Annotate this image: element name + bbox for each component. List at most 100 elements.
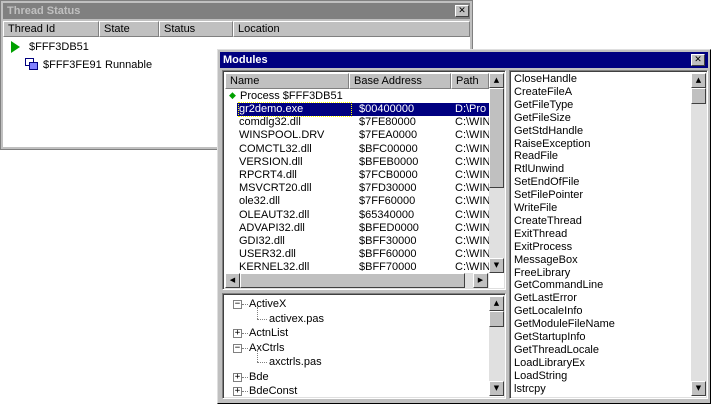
module-row[interactable]: USER32.dll $BFF60000 C:\WIN: [227, 248, 490, 261]
thread-status-title-bar[interactable]: Thread Status: [3, 3, 470, 19]
tree-connector: [242, 376, 248, 378]
scroll-thumb[interactable]: [489, 88, 504, 188]
entry-point-item[interactable]: GetFileSize: [514, 112, 688, 125]
column-header-state[interactable]: State: [99, 21, 159, 37]
entry-point-item[interactable]: GetThreadLocale: [514, 344, 688, 357]
modules-close-button[interactable]: ✕: [691, 54, 705, 66]
entry-point-item[interactable]: GetFileType: [514, 99, 688, 112]
scroll-down-button[interactable]: ▼: [489, 381, 504, 396]
module-row[interactable]: ole32.dll $7FF60000 C:\WIN: [227, 195, 491, 208]
entry-point-item[interactable]: SetEndOfFile: [514, 176, 688, 189]
entry-point-item[interactable]: ExitProcess: [514, 241, 688, 254]
module-row[interactable]: comdlg32.dll $7FE80000 C:\WIN: [227, 116, 490, 129]
entry-point-item[interactable]: LoadLibraryEx: [514, 357, 688, 370]
module-address: $BFF60000: [359, 248, 417, 261]
up-arrow-icon: ▲: [493, 76, 500, 84]
module-row[interactable]: ADVAPI32.dll $BFED0000 C:\WIN: [227, 221, 491, 235]
entry-point-vscrollbar[interactable]: ▲ ▼: [691, 73, 707, 396]
module-row[interactable]: gr2demo.exe $00400000 D:\Pro: [227, 102, 489, 117]
module-row[interactable]: RPCRT4.dll $7FCB0000 C:\WIN: [227, 169, 491, 182]
unit-node[interactable]: + Bde: [227, 371, 485, 384]
module-row[interactable]: VERSION.dll $BFEB0000 C:\WIN: [227, 156, 490, 169]
entry-point-item[interactable]: LoadString: [514, 370, 688, 383]
scroll-down-button[interactable]: ▼: [489, 258, 504, 273]
unit-node[interactable]: + ActnList: [227, 327, 485, 340]
scroll-right-button[interactable]: ▶: [473, 273, 488, 288]
scroll-up-button[interactable]: ▲: [489, 296, 504, 311]
module-row[interactable]: GDI32.dll $BFF30000 C:\WIN: [227, 235, 490, 248]
module-row[interactable]: COMCTL32.dll $BFC00000 C:\WIN: [227, 143, 490, 156]
module-list[interactable]: Name Base Address Path ◆ Process $FFF3DB…: [222, 70, 506, 290]
entry-point-item[interactable]: GetModuleFileName: [514, 318, 688, 331]
module-address: $7FF60000: [359, 195, 416, 208]
module-path: C:\WIN: [455, 169, 491, 181]
entry-point-list[interactable]: CloseHandle CreateFileA GetFileType GetFile…: [509, 70, 708, 399]
down-arrow-icon: ▼: [493, 384, 500, 392]
module-list-vscrollbar[interactable]: ▲ ▼: [489, 73, 505, 273]
column-header-path[interactable]: Path: [451, 73, 489, 89]
module-row[interactable]: MSVCRT20.dll $7FD30000 C:\WIN: [227, 182, 490, 195]
entry-point-item[interactable]: FreeLibrary: [514, 267, 688, 280]
entry-point-item[interactable]: CreateThread: [514, 215, 688, 228]
scroll-up-button[interactable]: ▲: [691, 73, 706, 88]
modules-title-bar[interactable]: Modules: [220, 52, 708, 68]
column-header-status[interactable]: Status: [159, 21, 233, 37]
entry-point-item[interactable]: GetCommandLine: [514, 279, 688, 292]
thread-state: Runnable: [105, 59, 153, 71]
scroll-left-button[interactable]: ◀: [225, 273, 240, 288]
close-icon: ✕: [694, 54, 702, 65]
tree-connector: [242, 304, 248, 305]
unit-tree-vscrollbar[interactable]: ▲ ▼: [489, 296, 505, 396]
entry-point-item[interactable]: SetFilePointer: [514, 189, 688, 202]
entry-point-item[interactable]: GetLastError: [514, 292, 688, 305]
column-header-name[interactable]: Name: [225, 73, 349, 89]
unit-node[interactable]: − AxCtrls: [227, 342, 485, 355]
entry-point-item[interactable]: RaiseException: [514, 138, 688, 151]
column-header-thread-id[interactable]: Thread Id: [3, 21, 99, 37]
unit-file-node[interactable]: activex.pas: [227, 306, 485, 326]
entry-point-item[interactable]: lstrcpy: [514, 383, 688, 396]
scroll-thumb[interactable]: [691, 88, 706, 104]
module-path: C:\WIN: [455, 129, 491, 142]
unit-label: Bde: [249, 370, 269, 383]
unit-file-node[interactable]: axctrls.pas: [227, 350, 485, 369]
collapse-icon[interactable]: −: [233, 300, 242, 309]
entry-point-item[interactable]: MessageBox: [514, 254, 688, 267]
entry-point-item[interactable]: GetLocaleInfo: [514, 305, 688, 318]
expand-icon[interactable]: +: [233, 329, 242, 338]
module-row[interactable]: WINSPOOL.DRV $7FEA0000 C:\WIN: [227, 129, 491, 142]
entry-point-item[interactable]: RtlUnwind: [514, 163, 688, 176]
entry-point-item[interactable]: GetStdHandle: [514, 125, 688, 138]
module-list-hscrollbar[interactable]: ◀ ▶: [225, 273, 489, 289]
tree-connector: [257, 318, 267, 320]
column-header-location[interactable]: Location: [233, 21, 470, 37]
entry-point-item[interactable]: CloseHandle: [514, 73, 688, 86]
entry-point-item[interactable]: ExitThread: [514, 228, 688, 241]
entry-point-item[interactable]: ReadFile: [514, 150, 688, 163]
entry-point-item[interactable]: WriteFile: [514, 202, 688, 215]
module-name: RPCRT4.dll: [239, 169, 297, 181]
unit-node[interactable]: − ActiveX: [227, 298, 485, 311]
scroll-thumb[interactable]: [489, 311, 504, 327]
column-header-base-address[interactable]: Base Address: [349, 73, 451, 89]
module-row[interactable]: OLEAUT32.dll $65340000 C:\WIN: [227, 209, 490, 222]
entry-point-item[interactable]: CreateFileA: [514, 86, 688, 99]
current-thread-arrow-icon: [11, 41, 20, 53]
collapse-icon[interactable]: −: [233, 343, 242, 353]
expand-icon[interactable]: +: [233, 372, 242, 382]
scroll-down-button[interactable]: ▼: [691, 381, 706, 396]
thread-status-close-button[interactable]: ✕: [455, 5, 469, 17]
tree-connector: [242, 391, 248, 392]
module-path: C:\WIN: [455, 221, 491, 234]
unit-tree[interactable]: − ActiveX activex.pas + ActnList − AxCtrls axct…: [222, 293, 506, 399]
entry-point-item[interactable]: GetStartupInfo: [514, 331, 688, 344]
module-address: $00400000: [359, 103, 415, 115]
scroll-up-button[interactable]: ▲: [489, 73, 504, 88]
module-path: C:\WIN: [455, 195, 491, 208]
unit-node[interactable]: + BdeConst: [227, 385, 485, 398]
up-arrow-icon: ▲: [695, 76, 702, 84]
process-row[interactable]: ◆ Process $FFF3DB51: [227, 90, 487, 103]
expand-icon[interactable]: +: [233, 387, 242, 396]
module-address: $BFF30000: [359, 235, 417, 247]
scroll-thumb[interactable]: [240, 273, 465, 288]
